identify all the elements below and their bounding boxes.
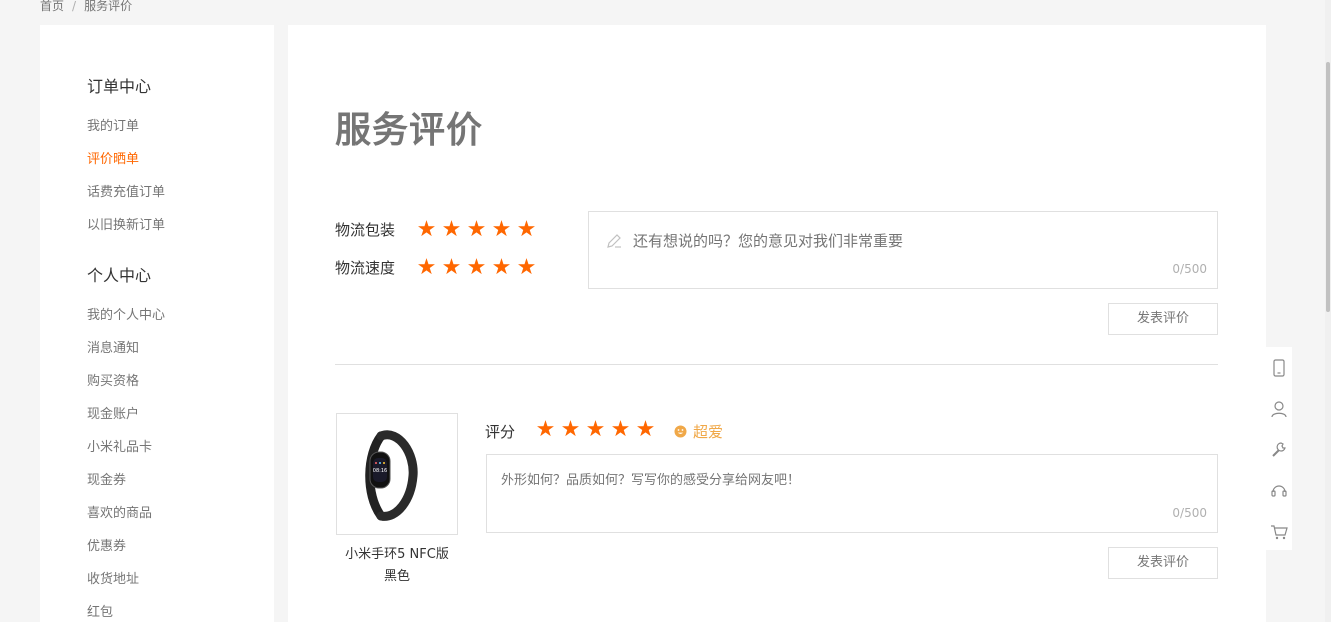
submit-service-review-button[interactable]: 发表评价	[1108, 303, 1218, 335]
logistics-packaging-stars[interactable]: ★ ★ ★ ★ ★	[414, 219, 539, 241]
rating-text: 超爱	[674, 421, 723, 442]
cart-icon[interactable]	[1266, 511, 1292, 552]
scrollbar-thumb[interactable]	[1326, 62, 1330, 312]
rating-text-label: 超爱	[693, 423, 724, 441]
product-name-line2: 黑色	[383, 569, 410, 584]
star-icon[interactable]: ★	[533, 419, 558, 441]
sidebar-item-personal-center[interactable]: 我的个人中心	[87, 307, 274, 340]
headset-icon[interactable]	[1266, 470, 1292, 511]
service-comment-textarea[interactable]: 还有想说的吗？您的意见对我们非常重要 0/500	[588, 211, 1218, 289]
sidebar-group-title-orders: 订单中心	[87, 77, 152, 96]
service-comment-placeholder: 还有想说的吗？您的意见对我们非常重要	[633, 232, 904, 250]
product-image: 08:16	[336, 413, 458, 535]
sidebar-item-cash-coupon[interactable]: 现金券	[87, 472, 274, 505]
product-comment-textarea[interactable]: 外形如何？品质如何？写写你的感受分享给网友吧！ 0/500	[486, 454, 1218, 533]
sidebar-item-gift-card[interactable]: 小米礼品卡	[87, 439, 274, 472]
sidebar-item-purchase-eligibility[interactable]: 购买资格	[87, 373, 274, 406]
star-icon[interactable]: ★	[583, 419, 608, 441]
star-icon[interactable]: ★	[439, 219, 464, 241]
sidebar-item-reviews[interactable]: 评价晒单	[87, 151, 274, 184]
logistics-speed-stars[interactable]: ★ ★ ★ ★ ★	[414, 257, 539, 279]
logistics-speed-label: 物流速度	[335, 259, 396, 277]
sidebar: 订单中心 我的订单 评价晒单 话费充值订单 以旧换新订单 个人中心 我的个人中心…	[40, 25, 274, 622]
star-icon[interactable]: ★	[489, 257, 514, 279]
phone-icon[interactable]	[1266, 347, 1292, 388]
sidebar-item-favorites[interactable]: 喜欢的商品	[87, 505, 274, 538]
star-icon[interactable]: ★	[514, 219, 539, 241]
product-score-label: 评分	[485, 423, 516, 441]
sidebar-item-addresses[interactable]: 收货地址	[87, 571, 274, 604]
sidebar-item-tradein-orders[interactable]: 以旧换新订单	[87, 217, 274, 250]
star-icon[interactable]: ★	[489, 219, 514, 241]
product-comment-counter: 0/500	[1172, 506, 1207, 520]
user-icon[interactable]	[1266, 388, 1292, 429]
right-floating-bar	[1266, 347, 1292, 550]
sidebar-item-notifications[interactable]: 消息通知	[87, 340, 274, 373]
star-icon[interactable]: ★	[558, 419, 583, 441]
product-rating-stars[interactable]: ★ ★ ★ ★ ★	[533, 419, 658, 441]
service-comment-counter: 0/500	[1172, 262, 1207, 276]
breadcrumb-home[interactable]: 首页	[40, 0, 64, 13]
submit-product-review-button[interactable]: 发表评价	[1108, 547, 1218, 579]
divider	[335, 364, 1218, 365]
sidebar-item-coupons[interactable]: 优惠券	[87, 538, 274, 571]
star-icon[interactable]: ★	[633, 419, 658, 441]
breadcrumb: 首页 / 服务评价	[40, 0, 132, 14]
star-icon[interactable]: ★	[439, 257, 464, 279]
sidebar-item-cash-account[interactable]: 现金账户	[87, 406, 274, 439]
product-name: 小米手环5 NFC版 黑色	[328, 544, 466, 588]
sidebar-item-recharge-orders[interactable]: 话费充值订单	[87, 184, 274, 217]
page-title: 服务评价	[335, 110, 484, 151]
scrollbar[interactable]	[1325, 0, 1331, 622]
star-icon[interactable]: ★	[464, 257, 489, 279]
sidebar-item-red-packets[interactable]: 红包	[87, 604, 274, 622]
sidebar-item-my-orders[interactable]: 我的订单	[87, 118, 274, 151]
wrench-icon[interactable]	[1266, 429, 1292, 470]
pencil-icon	[607, 234, 621, 248]
breadcrumb-current: 服务评价	[84, 0, 133, 13]
star-icon[interactable]: ★	[608, 419, 633, 441]
sidebar-group-title-personal: 个人中心	[87, 266, 152, 285]
star-icon[interactable]: ★	[414, 219, 439, 241]
product-comment-placeholder: 外形如何？品质如何？写写你的感受分享给网友吧！	[501, 473, 801, 488]
star-icon[interactable]: ★	[464, 219, 489, 241]
smart-band-image: 08:16	[365, 430, 418, 521]
logistics-packaging-label: 物流包装	[335, 221, 396, 239]
product-name-line1: 小米手环5 NFC版	[345, 547, 449, 562]
svg-text:08:16: 08:16	[373, 468, 387, 474]
breadcrumb-separator: /	[72, 0, 77, 13]
main-panel: 服务评价 物流包装 ★ ★ ★ ★ ★ 物流速度 ★ ★ ★ ★ ★ 还有想说的…	[288, 25, 1266, 622]
star-icon[interactable]: ★	[514, 257, 539, 279]
smile-icon	[674, 425, 687, 438]
star-icon[interactable]: ★	[414, 257, 439, 279]
